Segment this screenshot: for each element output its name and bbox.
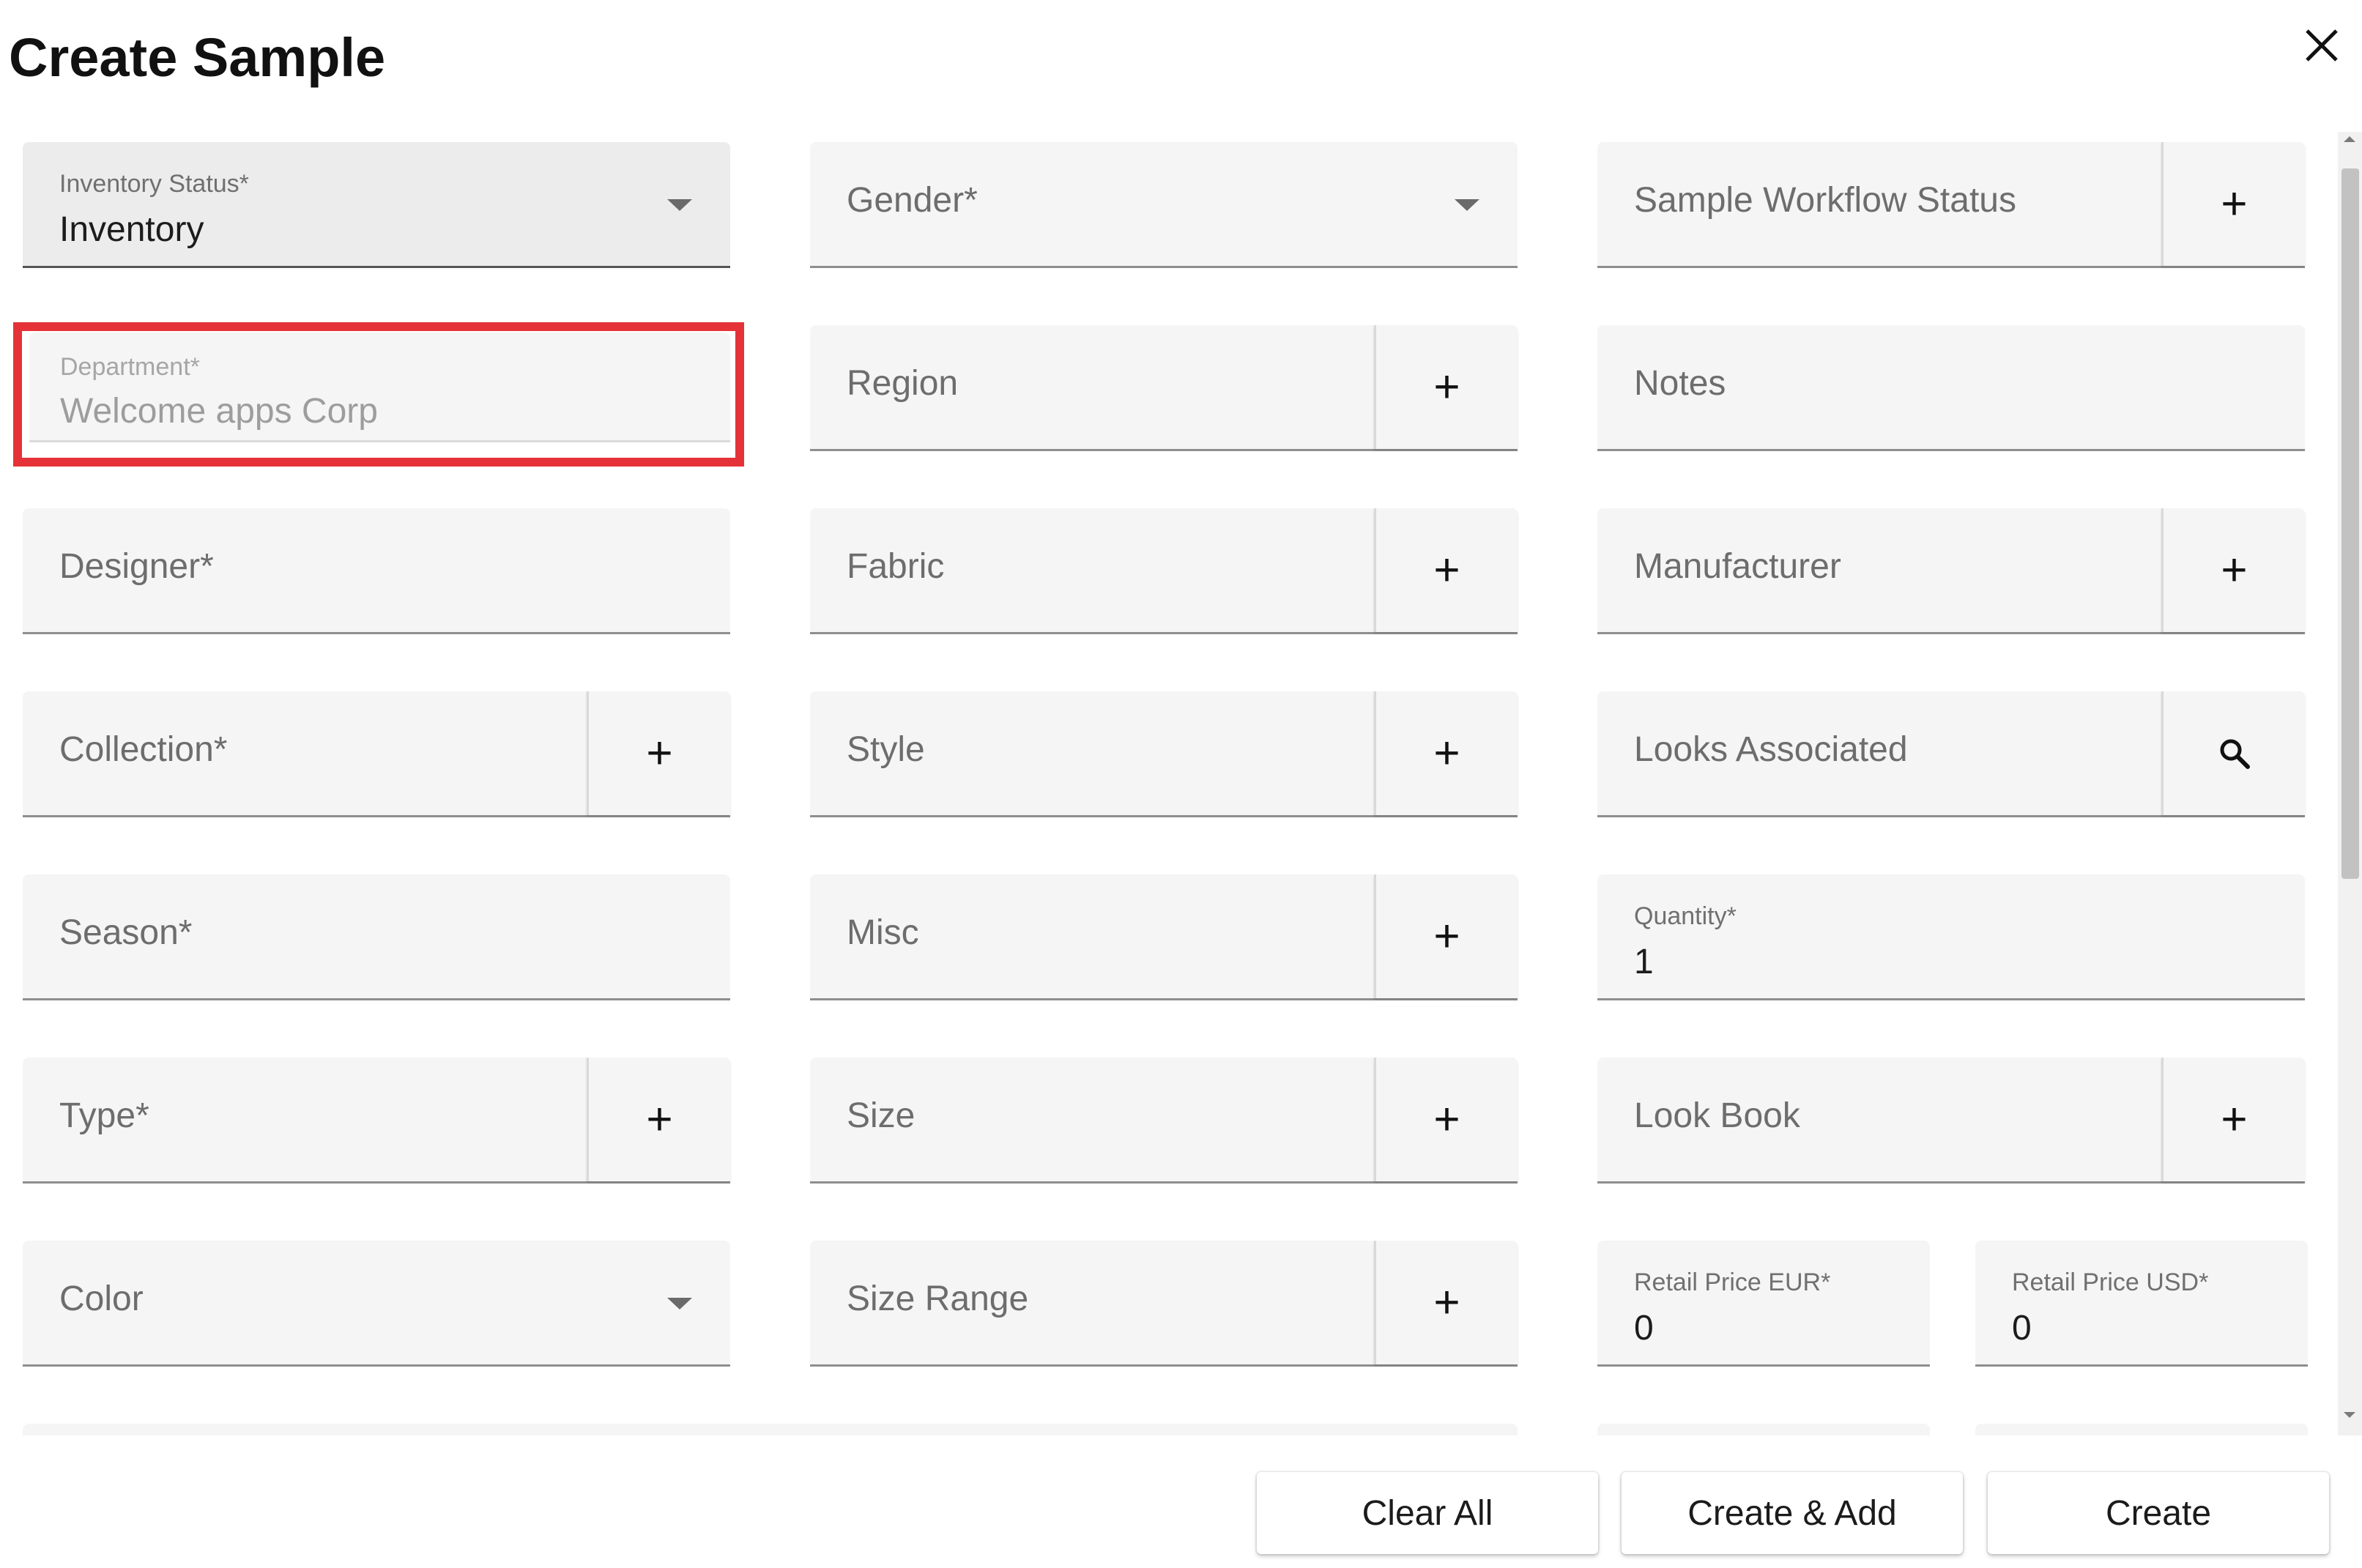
retail-price-eur-label: Retail Price EUR* xyxy=(1634,1268,1831,1296)
create-and-add-button[interactable]: Create & Add xyxy=(1622,1472,1963,1554)
type-field[interactable]: Type* + xyxy=(23,1058,730,1184)
scroll-down-arrow-icon[interactable] xyxy=(2344,1412,2355,1418)
chevron-down-icon xyxy=(667,199,692,211)
retail-price-usd-label: Retail Price USD* xyxy=(2012,1268,2209,1296)
size-range-field[interactable]: Size Range + xyxy=(810,1241,1518,1367)
looks-associated-field[interactable]: Looks Associated xyxy=(1597,691,2305,817)
plus-icon: + xyxy=(1433,544,1460,595)
region-placeholder: Region xyxy=(847,364,959,403)
style-field[interactable]: Style + xyxy=(810,691,1518,817)
next-row-field[interactable] xyxy=(1975,1424,2308,1435)
quantity-label: Quantity* xyxy=(1634,902,1737,930)
quantity-value: 1 xyxy=(1634,943,1654,981)
retail-price-eur-value: 0 xyxy=(1634,1309,1654,1348)
type-placeholder: Type* xyxy=(59,1096,149,1135)
inventory-status-select[interactable]: Inventory Status* Inventory xyxy=(23,142,730,268)
look-book-placeholder: Look Book xyxy=(1634,1096,1800,1135)
scrollbar-thumb[interactable] xyxy=(2341,168,2359,879)
plus-icon: + xyxy=(1433,1093,1460,1145)
close-button[interactable] xyxy=(2292,16,2351,75)
inventory-status-label: Inventory Status* xyxy=(59,170,249,198)
chevron-down-icon xyxy=(1455,199,1479,211)
designer-field[interactable]: Designer* xyxy=(23,508,730,634)
color-placeholder: Color xyxy=(59,1279,144,1318)
region-field[interactable]: Region + xyxy=(810,325,1518,451)
look-book-field[interactable]: Look Book + xyxy=(1597,1058,2305,1184)
plus-icon: + xyxy=(1433,910,1460,962)
plus-icon: + xyxy=(1433,1277,1460,1328)
next-row-field[interactable] xyxy=(23,1424,1518,1435)
search-icon xyxy=(2220,739,2250,769)
fabric-field[interactable]: Fabric + xyxy=(810,508,1518,634)
close-icon xyxy=(2306,29,2338,62)
looks-associated-placeholder: Looks Associated xyxy=(1634,730,1908,769)
retail-price-usd-value: 0 xyxy=(2012,1309,2032,1348)
size-placeholder: Size xyxy=(847,1096,916,1135)
plus-icon: + xyxy=(646,727,673,779)
size-range-placeholder: Size Range xyxy=(847,1279,1029,1318)
add-collection-button[interactable]: + xyxy=(587,691,730,815)
add-look-book-button[interactable]: + xyxy=(2161,1058,2305,1181)
create-button[interactable]: Create xyxy=(1988,1472,2329,1554)
fabric-placeholder: Fabric xyxy=(847,547,945,586)
add-region-button[interactable]: + xyxy=(1374,325,1518,449)
add-manufacturer-button[interactable]: + xyxy=(2161,508,2305,632)
search-looks-button[interactable] xyxy=(2161,691,2305,815)
misc-placeholder: Misc xyxy=(847,913,919,952)
notes-placeholder: Notes xyxy=(1634,364,1726,403)
quantity-field[interactable]: Quantity* 1 xyxy=(1597,874,2305,1000)
inventory-status-value: Inventory xyxy=(59,210,204,249)
next-row-field[interactable] xyxy=(1597,1424,1930,1435)
dialog-title: Create Sample xyxy=(9,27,386,88)
plus-icon: + xyxy=(2221,178,2248,229)
manufacturer-placeholder: Manufacturer xyxy=(1634,547,1841,586)
department-label: Department* xyxy=(60,353,200,381)
chevron-down-icon xyxy=(667,1298,692,1309)
size-field[interactable]: Size + xyxy=(810,1058,1518,1184)
add-sample-workflow-status-button[interactable]: + xyxy=(2161,142,2305,266)
add-misc-button[interactable]: + xyxy=(1374,874,1518,998)
clear-all-button[interactable]: Clear All xyxy=(1257,1472,1598,1554)
department-value: Welcome apps Corp xyxy=(60,392,378,431)
style-placeholder: Style xyxy=(847,730,925,769)
add-style-button[interactable]: + xyxy=(1374,691,1518,815)
collection-field[interactable]: Collection* + xyxy=(23,691,730,817)
plus-icon: + xyxy=(646,1093,673,1145)
plus-icon: + xyxy=(1433,727,1460,779)
season-placeholder: Season* xyxy=(59,913,193,952)
color-select[interactable]: Color xyxy=(23,1241,730,1367)
add-size-range-button[interactable]: + xyxy=(1374,1241,1518,1364)
plus-icon: + xyxy=(2221,544,2248,595)
retail-price-usd-field[interactable]: Retail Price USD* 0 xyxy=(1975,1241,2308,1367)
department-field: Department* Welcome apps Corp xyxy=(29,332,730,442)
gender-select[interactable]: Gender* xyxy=(810,142,1518,268)
retail-price-eur-field[interactable]: Retail Price EUR* 0 xyxy=(1597,1241,1930,1367)
add-type-button[interactable]: + xyxy=(587,1058,730,1181)
manufacturer-field[interactable]: Manufacturer + xyxy=(1597,508,2305,634)
sample-workflow-status-field[interactable]: Sample Workflow Status + xyxy=(1597,142,2305,268)
add-size-button[interactable]: + xyxy=(1374,1058,1518,1181)
designer-placeholder: Designer* xyxy=(59,547,214,586)
form-area: Inventory Status* Inventory Gender* Samp… xyxy=(0,132,2362,1435)
plus-icon: + xyxy=(1433,361,1460,412)
season-field[interactable]: Season* xyxy=(23,874,730,1000)
collection-placeholder: Collection* xyxy=(59,730,228,769)
scroll-up-arrow-icon[interactable] xyxy=(2344,136,2355,142)
notes-field[interactable]: Notes xyxy=(1597,325,2305,451)
sample-workflow-status-placeholder: Sample Workflow Status xyxy=(1634,181,2016,220)
misc-field[interactable]: Misc + xyxy=(810,874,1518,1000)
gender-placeholder: Gender* xyxy=(847,181,978,220)
plus-icon: + xyxy=(2221,1093,2248,1145)
add-fabric-button[interactable]: + xyxy=(1374,508,1518,632)
